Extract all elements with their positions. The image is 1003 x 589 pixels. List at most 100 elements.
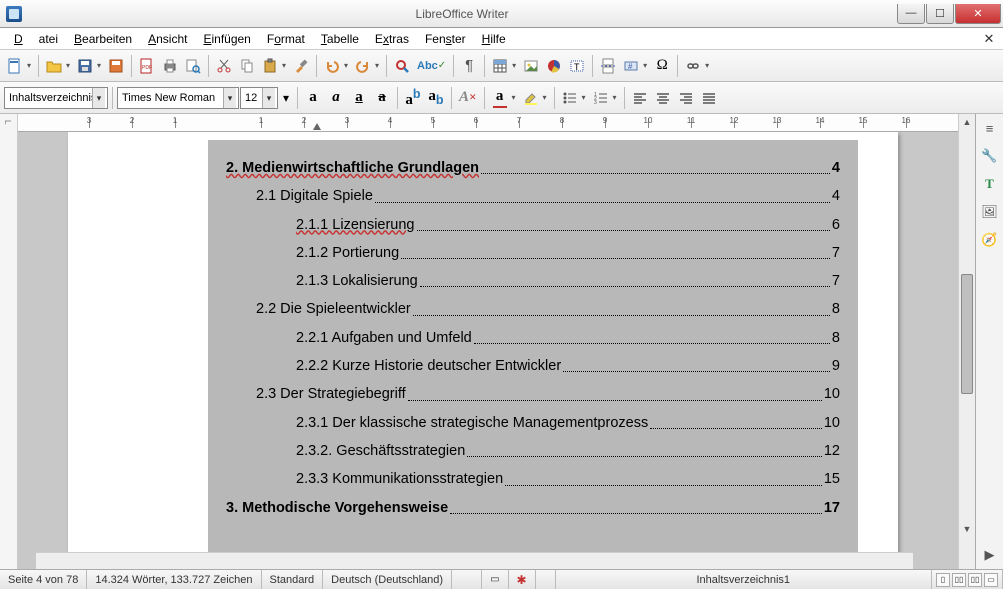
minimize-button[interactable]: — — [897, 4, 925, 24]
menu-datei[interactable]: Datei — [6, 30, 66, 48]
toc-leader-dots — [408, 384, 822, 400]
document-page[interactable]: 2. Medienwirtschaftliche Grundlagen4 2.1 … — [68, 132, 898, 569]
font-size-combo[interactable]: 12 — [240, 87, 278, 109]
subscript-button[interactable]: ab — [425, 86, 447, 110]
toc-entry[interactable]: 2.1.1 Lizensierung6 — [226, 215, 840, 235]
menu-extras[interactable]: Extras — [367, 30, 417, 48]
export-pdf-button[interactable]: PDF — [136, 54, 158, 78]
toc-leader-dots — [417, 215, 830, 231]
find-replace-button[interactable] — [391, 54, 413, 78]
view-book-icon[interactable]: ▯▯ — [968, 573, 982, 587]
scrollbar-thumb[interactable] — [961, 274, 973, 394]
bold-button[interactable]: a — [302, 86, 324, 110]
save-as-button[interactable] — [105, 54, 127, 78]
close-button[interactable]: ✕ — [955, 4, 1001, 24]
toc-leader-dots — [481, 158, 830, 174]
toc-entry-page: 17 — [824, 498, 840, 518]
status-insert-mode[interactable] — [452, 570, 482, 589]
toc-entry[interactable]: 2. Medienwirtschaftliche Grundlagen4 — [226, 158, 840, 178]
toc-entry-text: 2.3.1 Der klassische strategische Manage… — [296, 413, 648, 433]
menu-tabelle[interactable]: Tabelle — [313, 30, 367, 48]
sidebar-navigator-icon[interactable]: 🧭 — [980, 230, 1000, 250]
sidebar-collapse-icon[interactable]: ▶ — [980, 545, 1000, 565]
spellcheck-button[interactable]: Abc✓ — [414, 54, 449, 78]
format-paintbrush-button[interactable] — [290, 54, 312, 78]
toc-entry[interactable]: 2.2 Die Spieleentwickler8 — [226, 299, 840, 319]
menu-format[interactable]: Format — [259, 30, 313, 48]
open-button[interactable] — [43, 54, 73, 78]
superscript-button[interactable]: ab — [402, 86, 424, 110]
menu-bearbeiten[interactable]: Bearbeiten — [66, 30, 140, 48]
toc-entry[interactable]: 2.1.2 Portierung7 — [226, 243, 840, 263]
font-name-combo[interactable]: Times New Roman — [117, 87, 239, 109]
sidebar-styles-icon[interactable]: 🔧 — [980, 146, 1000, 166]
sidebar-text-icon[interactable]: T — [980, 174, 1000, 194]
insert-table-button[interactable] — [489, 54, 519, 78]
toc-entry[interactable]: 3. Methodische Vorgehensweise17 — [226, 498, 840, 518]
view-single-page-icon[interactable]: ▯ — [936, 573, 950, 587]
new-document-button[interactable] — [4, 54, 34, 78]
vertical-scrollbar[interactable]: ▲ ▼ — [958, 114, 975, 569]
toc-entry[interactable]: 2.2.2 Kurze Historie deutscher Entwickle… — [226, 356, 840, 376]
toc-entry[interactable]: 2.3.2. Geschäftsstrategien12 — [226, 441, 840, 461]
insert-textbox-button[interactable]: T — [566, 54, 588, 78]
status-pagestyle[interactable]: Standard — [262, 570, 324, 589]
status-selection-mode[interactable]: ▭ — [482, 570, 508, 589]
toc-entry[interactable]: 2.3.1 Der klassische strategische Manage… — [226, 413, 840, 433]
insert-field-button[interactable]: # — [620, 54, 650, 78]
align-center-button[interactable] — [652, 86, 674, 110]
nonprinting-chars-button[interactable]: ¶ — [458, 54, 480, 78]
print-button[interactable] — [159, 54, 181, 78]
status-page[interactable]: Seite 4 von 78 — [0, 570, 87, 589]
toc-entry[interactable]: 2.3.3 Kommunikationsstrategien15 — [226, 469, 840, 489]
redo-button[interactable] — [352, 54, 382, 78]
insert-chart-button[interactable] — [543, 54, 565, 78]
paste-button[interactable] — [259, 54, 289, 78]
insert-special-char-button[interactable]: Ω — [651, 54, 673, 78]
menu-hilfe[interactable]: Hilfe — [474, 30, 514, 48]
menu-einfuegen[interactable]: Einfügen — [195, 30, 258, 48]
horizontal-ruler[interactable]: 32112345678910111213141516 — [18, 114, 958, 132]
horizontal-scrollbar[interactable] — [36, 552, 913, 569]
insert-page-break-button[interactable] — [597, 54, 619, 78]
close-document-button[interactable]: ✕ — [981, 31, 997, 47]
undo-button[interactable] — [321, 54, 351, 78]
sidebar-properties-icon[interactable]: ≡ — [980, 118, 1000, 138]
align-left-button[interactable] — [629, 86, 651, 110]
italic-button[interactable]: a — [325, 86, 347, 110]
menu-ansicht[interactable]: Ansicht — [140, 30, 195, 48]
cut-button[interactable] — [213, 54, 235, 78]
status-language[interactable]: Deutsch (Deutschland) — [323, 570, 452, 589]
sidebar-panel: ≡ 🔧 T 🖼 🧭 ▶ — [975, 114, 1003, 569]
toc-entry[interactable]: 2.2.1 Aufgaben und Umfeld8 — [226, 328, 840, 348]
highlight-color-button[interactable] — [520, 86, 550, 110]
toc-entry[interactable]: 2.1.3 Lokalisierung7 — [226, 271, 840, 291]
insert-image-button[interactable] — [520, 54, 542, 78]
view-multi-page-icon[interactable]: ▯▯ — [952, 573, 966, 587]
toc-entry[interactable]: 2.1 Digitale Spiele4 — [226, 186, 840, 206]
font-size-dropdown[interactable]: ▾ — [279, 86, 293, 110]
view-web-icon[interactable]: ▭ — [984, 573, 998, 587]
copy-button[interactable] — [236, 54, 258, 78]
save-button[interactable] — [74, 54, 104, 78]
align-justify-button[interactable] — [698, 86, 720, 110]
maximize-button[interactable]: ☐ — [926, 4, 954, 24]
strikethrough-button[interactable]: a — [371, 86, 393, 110]
status-modified-icon[interactable]: ✱ — [509, 570, 536, 589]
menu-fenster[interactable]: Fenster — [417, 30, 474, 48]
toc-entry[interactable]: 2.3 Der Strategiebegriff10 — [226, 384, 840, 404]
clear-formatting-button[interactable]: A✕ — [456, 86, 480, 110]
vertical-ruler[interactable]: L — [0, 114, 18, 569]
status-signature[interactable] — [536, 570, 556, 589]
font-color-button[interactable]: a — [489, 86, 519, 110]
toc-entry-text: 2.3.2. Geschäftsstrategien — [296, 441, 465, 461]
print-preview-button[interactable] — [182, 54, 204, 78]
align-right-button[interactable] — [675, 86, 697, 110]
underline-button[interactable]: a — [348, 86, 370, 110]
numbered-list-button[interactable]: 123 — [590, 86, 620, 110]
bullet-list-button[interactable] — [559, 86, 589, 110]
paragraph-style-combo[interactable]: Inhaltsverzeichnis — [4, 87, 108, 109]
insert-hyperlink-button[interactable] — [682, 54, 712, 78]
status-wordcount[interactable]: 14.324 Wörter, 133.727 Zeichen — [87, 570, 261, 589]
sidebar-gallery-icon[interactable]: 🖼 — [980, 202, 1000, 222]
